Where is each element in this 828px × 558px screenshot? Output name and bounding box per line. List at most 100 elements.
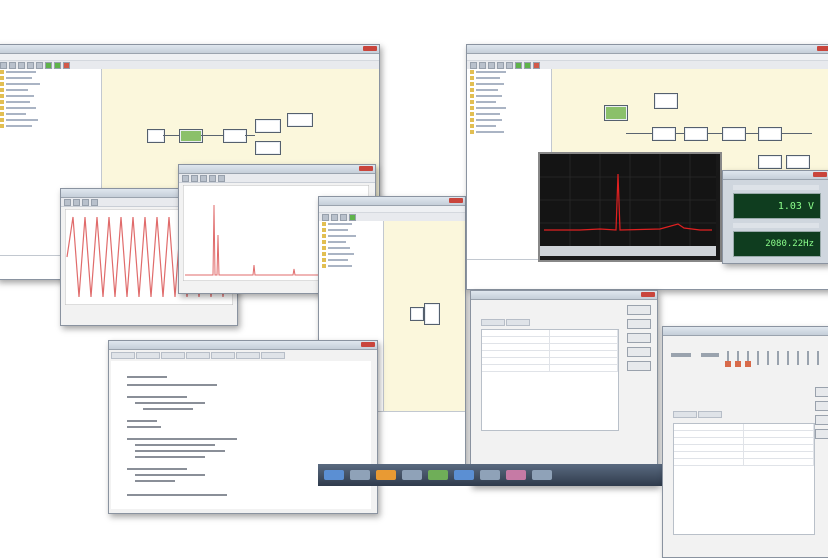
- toolbar-button-icon[interactable]: [36, 61, 43, 69]
- taskbar-button[interactable]: [480, 470, 500, 480]
- window-properties[interactable]: [470, 290, 658, 486]
- dialog-button[interactable]: [815, 415, 828, 425]
- title-bar[interactable]: [0, 45, 379, 54]
- flow-canvas[interactable]: [384, 221, 465, 411]
- taskbar-button[interactable]: [428, 470, 448, 480]
- menu-bar[interactable]: [467, 54, 828, 61]
- toolbar-button-icon[interactable]: [191, 174, 198, 182]
- title-bar[interactable]: [179, 165, 375, 174]
- toolbar-button-icon[interactable]: [209, 174, 216, 182]
- block-icon[interactable]: [255, 141, 281, 155]
- title-bar[interactable]: [723, 171, 828, 180]
- taskbar-button[interactable]: [376, 470, 396, 480]
- close-icon[interactable]: [361, 342, 375, 347]
- close-icon[interactable]: [449, 198, 463, 203]
- taskbar-button[interactable]: [350, 470, 370, 480]
- toolbar-button-icon[interactable]: [331, 213, 338, 221]
- dialog-button[interactable]: [627, 333, 651, 343]
- tree-item[interactable]: [319, 263, 383, 269]
- tab[interactable]: [111, 352, 135, 359]
- block-icon[interactable]: [758, 155, 782, 169]
- menu-bar[interactable]: [319, 206, 465, 213]
- taskbar-button[interactable]: [324, 470, 344, 480]
- block-icon[interactable]: [604, 105, 628, 121]
- toolbar-button-icon[interactable]: [64, 198, 71, 206]
- toolbar-button-icon[interactable]: [218, 174, 225, 182]
- block-icon[interactable]: [147, 129, 165, 143]
- dialog-button[interactable]: [815, 387, 828, 397]
- tree-item[interactable]: [467, 129, 551, 135]
- close-icon[interactable]: [641, 292, 655, 297]
- stop-icon[interactable]: [533, 61, 540, 69]
- toolbar-button-icon[interactable]: [82, 198, 89, 206]
- instrument-panel[interactable]: 1.03 V 2080.22Hz: [722, 170, 828, 264]
- dialog-button[interactable]: [627, 347, 651, 357]
- block-icon[interactable]: [424, 303, 440, 325]
- tab[interactable]: [673, 411, 697, 418]
- toolbar-button-icon[interactable]: [488, 61, 495, 69]
- editor-tabs[interactable]: [109, 350, 377, 361]
- title-bar[interactable]: [109, 341, 377, 350]
- taskbar-button[interactable]: [532, 470, 552, 480]
- toolbar-button-icon[interactable]: [322, 213, 329, 221]
- dialog-button[interactable]: [627, 319, 651, 329]
- taskbar-button[interactable]: [454, 470, 474, 480]
- dialog-button[interactable]: [815, 401, 828, 411]
- dialog-tabs[interactable]: [673, 411, 722, 418]
- dialog-button[interactable]: [627, 305, 651, 315]
- menu-bar[interactable]: [0, 54, 379, 61]
- run-icon[interactable]: [349, 213, 356, 221]
- block-icon[interactable]: [684, 127, 708, 141]
- toolbar-button-icon[interactable]: [470, 61, 477, 69]
- tab[interactable]: [236, 352, 260, 359]
- title-bar[interactable]: [663, 327, 828, 336]
- title-bar[interactable]: [467, 45, 828, 54]
- toolbar-button-icon[interactable]: [340, 213, 347, 221]
- run-icon[interactable]: [515, 61, 522, 69]
- toolbar-button-icon[interactable]: [506, 61, 513, 69]
- block-icon[interactable]: [652, 127, 676, 141]
- block-icon[interactable]: [223, 129, 247, 143]
- stop-icon[interactable]: [63, 61, 70, 69]
- toolbar-button-icon[interactable]: [27, 61, 34, 69]
- property-table[interactable]: [481, 329, 619, 431]
- tab[interactable]: [506, 319, 530, 326]
- run-icon[interactable]: [45, 61, 52, 69]
- toolbar-button-icon[interactable]: [200, 174, 207, 182]
- tab[interactable]: [481, 319, 505, 326]
- toolbar-button-icon[interactable]: [497, 61, 504, 69]
- toolbar-button-icon[interactable]: [18, 61, 25, 69]
- block-icon[interactable]: [255, 119, 281, 133]
- tab[interactable]: [698, 411, 722, 418]
- block-icon[interactable]: [179, 129, 203, 143]
- block-icon[interactable]: [654, 93, 678, 109]
- tab[interactable]: [211, 352, 235, 359]
- block-icon[interactable]: [786, 155, 810, 169]
- close-icon[interactable]: [813, 172, 827, 177]
- taskbar-button[interactable]: [402, 470, 422, 480]
- slider-row[interactable]: [671, 349, 821, 373]
- window-code-editor[interactable]: [108, 340, 378, 514]
- close-icon[interactable]: [817, 46, 828, 51]
- block-icon[interactable]: [722, 127, 746, 141]
- toolbar-button-icon[interactable]: [73, 198, 80, 206]
- toolbar-button-icon[interactable]: [182, 174, 189, 182]
- close-icon[interactable]: [363, 46, 377, 51]
- property-table[interactable]: [673, 423, 815, 535]
- toolbar-button-icon[interactable]: [479, 61, 486, 69]
- tab[interactable]: [136, 352, 160, 359]
- taskbar-button[interactable]: [506, 470, 526, 480]
- toolbar-button-icon[interactable]: [9, 61, 16, 69]
- tab[interactable]: [161, 352, 185, 359]
- tab[interactable]: [186, 352, 210, 359]
- spectrum-scope-display[interactable]: [538, 152, 722, 262]
- toolbar-button-icon[interactable]: [91, 198, 98, 206]
- tab[interactable]: [261, 352, 285, 359]
- block-icon[interactable]: [758, 127, 782, 141]
- dialog-tabs[interactable]: [481, 319, 530, 326]
- run-icon[interactable]: [524, 61, 531, 69]
- toolbar-button-icon[interactable]: [0, 61, 7, 69]
- code-area[interactable]: [111, 361, 371, 509]
- title-bar[interactable]: [471, 291, 657, 300]
- block-icon[interactable]: [287, 113, 313, 127]
